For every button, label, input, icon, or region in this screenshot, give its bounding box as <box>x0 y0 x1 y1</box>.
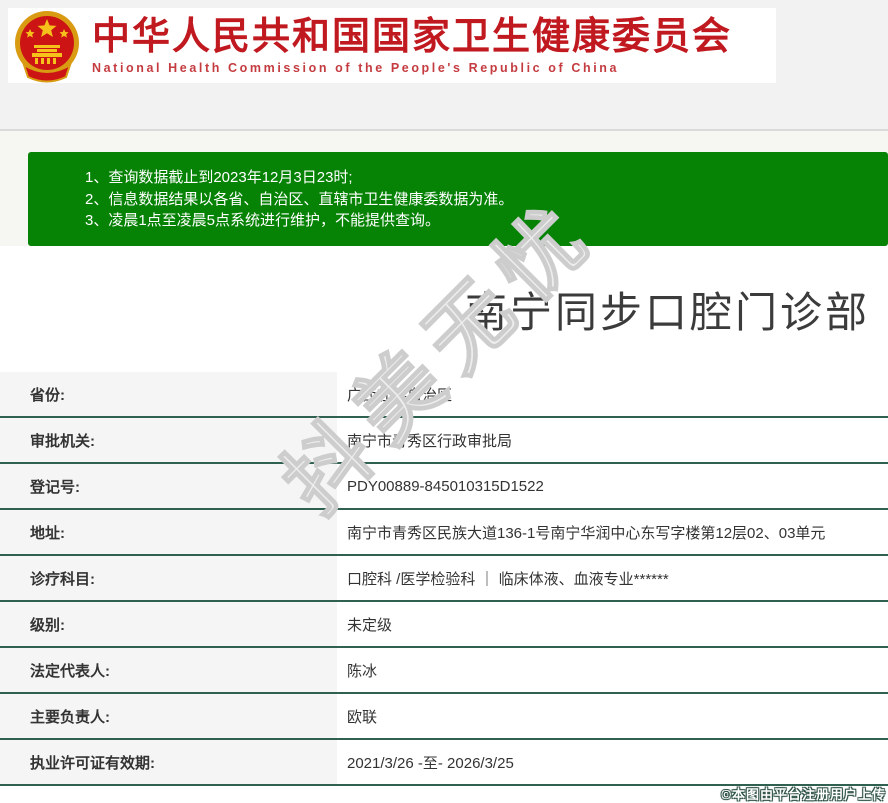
row-value: 口腔科 /医学检验科 ｜ 临床体液、血液专业****** <box>337 556 888 600</box>
row-value: 广西壮族自治区 <box>337 372 888 416</box>
table-row-province: 省份: 广西壮族自治区 <box>0 372 888 418</box>
table-row-medical-subjects: 诊疗科目: 口腔科 /医学检验科 ｜ 临床体液、血液专业****** <box>0 556 888 602</box>
table-row-legal-representative: 法定代表人: 陈冰 <box>0 648 888 694</box>
row-label: 登记号: <box>0 464 337 508</box>
row-value: PDY00889-845010315D1522 <box>337 464 888 508</box>
notice-line-1: 1、查询数据截止到2023年12月3日23时; <box>85 169 353 186</box>
site-header: 中华人民共和国国家卫生健康委员会 National Health Commiss… <box>8 8 776 83</box>
table-row-address: 地址: 南宁市青秀区民族大道136-1号南宁华润中心东写字楼第12层02、03单… <box>0 510 888 556</box>
row-label: 省份: <box>0 372 337 416</box>
top-band: 中华人民共和国国家卫生健康委员会 National Health Commiss… <box>0 0 888 129</box>
row-label: 审批机关: <box>0 418 337 462</box>
row-value: 南宁市青秀区民族大道136-1号南宁华润中心东写字楼第12层02、03单元 <box>337 510 888 554</box>
table-row-level: 级别: 未定级 <box>0 602 888 648</box>
row-value: 欧联 <box>337 694 888 738</box>
row-label: 主要负责人: <box>0 694 337 738</box>
table-row-approval-authority: 审批机关: 南宁市青秀区行政审批局 <box>0 418 888 464</box>
row-value: 南宁市青秀区行政审批局 <box>337 418 888 462</box>
row-label: 地址: <box>0 510 337 554</box>
site-title: 中华人民共和国国家卫生健康委员会 <box>92 16 733 58</box>
corner-upload-watermark: ©本图由平台注册用户上传 <box>721 787 886 802</box>
row-value: 未定级 <box>337 602 888 646</box>
table-row-person-in-charge: 主要负责人: 欧联 <box>0 694 888 740</box>
row-label: 法定代表人: <box>0 648 337 692</box>
institution-detail-table: 省份: 广西壮族自治区 审批机关: 南宁市青秀区行政审批局 登记号: PDY00… <box>0 372 888 786</box>
china-national-emblem-icon <box>12 9 82 83</box>
row-label: 诊疗科目: <box>0 556 337 600</box>
row-value: 陈冰 <box>337 648 888 692</box>
row-label: 执业许可证有效期: <box>0 740 337 784</box>
notice-box: 1、查询数据截止到2023年12月3日23时; 2、信息数据结果以各省、自治区、… <box>28 152 888 246</box>
notice-band: 1、查询数据截止到2023年12月3日23时; 2、信息数据结果以各省、自治区、… <box>0 131 888 246</box>
table-row-registration-number: 登记号: PDY00889-845010315D1522 <box>0 464 888 510</box>
site-subtitle: National Health Commission of the People… <box>92 61 620 75</box>
notice-line-2: 2、信息数据结果以各省、自治区、直辖市卫生健康委数据为准。 <box>85 190 514 208</box>
header-text-block: 中华人民共和国国家卫生健康委员会 National Health Commiss… <box>92 16 732 75</box>
table-row-license-validity: 执业许可证有效期: 2021/3/26 -至- 2026/3/25 <box>0 740 888 786</box>
query-result-page: 中华人民共和国国家卫生健康委员会 National Health Commiss… <box>0 0 888 803</box>
title-section: 南宁同步口腔门诊部 <box>0 246 888 372</box>
row-label: 级别: <box>0 602 337 646</box>
row-value: 2021/3/26 -至- 2026/3/25 <box>337 740 888 784</box>
notice-line-3: 3、凌晨1点至凌晨5点系统进行维护，不能提供查询。 <box>85 212 441 229</box>
institution-name: 南宁同步口腔门诊部 <box>464 288 870 336</box>
